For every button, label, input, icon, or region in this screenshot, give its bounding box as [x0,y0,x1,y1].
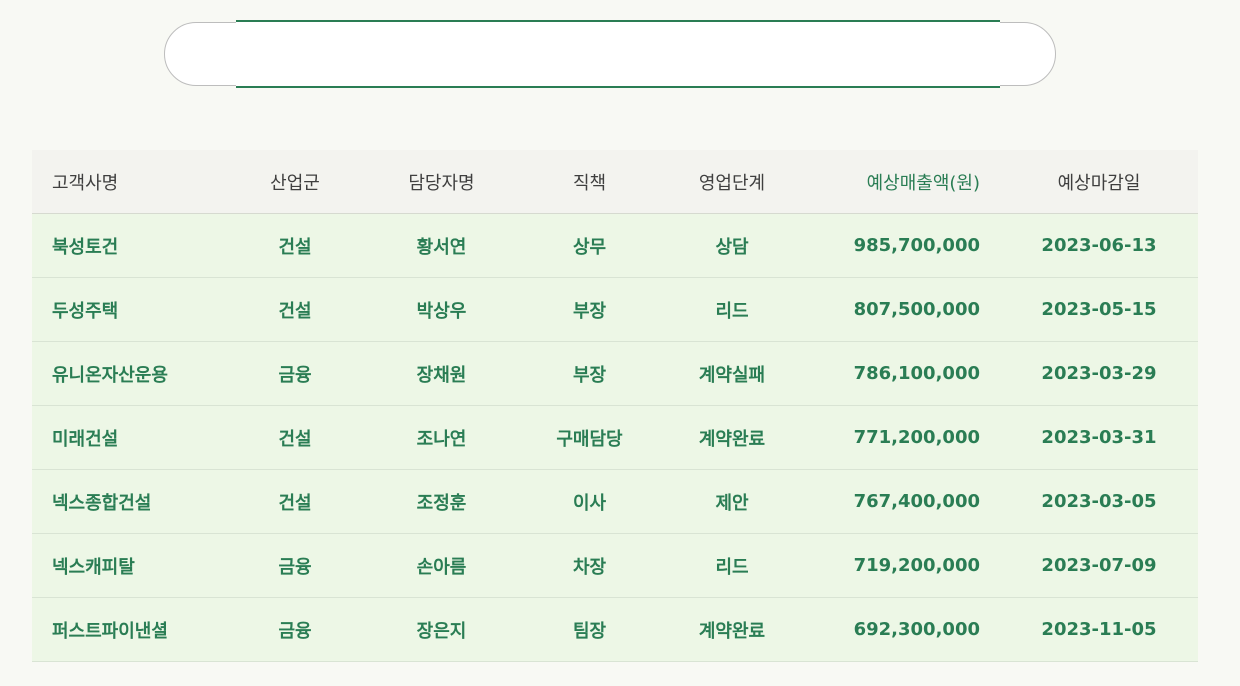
table-row[interactable]: 북성토건 건설 황서연 상무 상담 985,700,000 2023-06-13 [32,214,1198,278]
cell-customer: 퍼스트파이낸셜 [52,620,168,642]
cell-close-date: 2023-07-09 [1041,555,1157,576]
cell-contact: 조정훈 [416,492,467,514]
cell-contact: 손아름 [416,556,467,578]
cell-stage: 제안 [715,492,749,514]
cell-position: 부장 [572,300,607,322]
cell-contact: 조나연 [416,428,467,450]
cell-contact: 장은지 [416,620,467,642]
table-row[interactable]: 유니온자산운용 금융 장채원 부장 계약실패 786,100,000 2023-03-29 [32,342,1198,406]
cell-stage: 상담 [715,236,749,258]
cell-industry: 금융 [278,364,312,386]
cell-expected-revenue: 719,200,000 [853,555,980,576]
cell-customer: 넥스캐피탈 [52,556,135,578]
cell-customer: 미래건설 [52,428,119,450]
cell-position: 팀장 [572,620,607,642]
cell-close-date: 2023-03-29 [1041,363,1157,384]
cell-industry: 건설 [278,428,312,450]
cell-position: 부장 [572,364,607,386]
cell-stage: 리드 [715,300,749,322]
cell-position: 차장 [572,556,607,578]
cell-customer: 북성토건 [52,236,119,258]
cell-stage: 계약실패 [698,364,766,386]
cell-expected-revenue: 767,400,000 [853,491,980,512]
table-row[interactable]: 두성주택 건설 박상우 부장 리드 807,500,000 2023-05-15 [32,278,1198,342]
cell-customer: 넥스종합건설 [52,492,152,514]
cell-customer: 두성주택 [52,300,119,322]
cell-industry: 금융 [278,620,312,642]
cell-position: 구매담당 [556,428,623,450]
cell-close-date: 2023-05-15 [1041,299,1157,320]
column-header-stage[interactable]: 영업단계 [664,169,800,195]
cell-contact: 장채원 [416,364,467,386]
cell-close-date: 2023-03-31 [1041,427,1157,448]
cell-industry: 건설 [278,492,312,514]
cell-stage: 계약완료 [698,620,766,642]
cell-expected-revenue: 985,700,000 [853,235,980,256]
table-row[interactable]: 퍼스트파이낸셜 금융 장은지 팀장 계약완료 692,300,000 2023-11-05 [32,598,1198,662]
cell-close-date: 2023-11-05 [1041,619,1157,640]
column-header-customer[interactable]: 고객사명 [32,169,222,195]
table-row[interactable]: 미래건설 건설 조나연 구매담당 계약완료 771,200,000 2023-03-31 [32,406,1198,470]
cell-expected-revenue: 771,200,000 [853,427,980,448]
cell-contact: 황서연 [416,236,467,258]
cell-expected-revenue: 692,300,000 [853,619,980,640]
cell-position: 이사 [572,492,607,514]
table-row[interactable]: 넥스종합건설 건설 조정훈 이사 제안 767,400,000 2023-03-05 [32,470,1198,534]
table-body: 북성토건 건설 황서연 상무 상담 985,700,000 2023-06-13 두성주택 건설… [32,214,1198,662]
data-table: 고객사명 산업군 담당자명 직책 영업단계 예상매출액(원) 예상마감일 북성토… [32,150,1198,662]
column-header-expected-revenue[interactable]: 예상매출액(원) [800,169,980,195]
cell-industry: 건설 [278,300,312,322]
table-row[interactable]: 넥스캐피탈 금융 손아름 차장 리드 719,200,000 2023-07-09 [32,534,1198,598]
cell-expected-revenue: 786,100,000 [853,363,980,384]
cell-industry: 금융 [278,556,312,578]
search-input[interactable] [236,20,1000,88]
cell-stage: 리드 [715,556,749,578]
column-header-position[interactable]: 직책 [515,169,664,195]
table-header-row: 고객사명 산업군 담당자명 직책 영업단계 예상매출액(원) 예상마감일 [32,150,1198,214]
cell-stage: 계약완료 [698,428,766,450]
cell-customer: 유니온자산운용 [52,364,168,386]
cell-close-date: 2023-06-13 [1041,235,1157,256]
cell-industry: 건설 [278,236,312,258]
cell-close-date: 2023-03-05 [1041,491,1157,512]
cell-contact: 박상우 [416,300,467,322]
column-header-contact[interactable]: 담당자명 [368,169,515,195]
column-header-close-date[interactable]: 예상마감일 [980,169,1198,195]
cell-position: 상무 [572,236,607,258]
cell-expected-revenue: 807,500,000 [853,299,980,320]
column-header-industry[interactable]: 산업군 [222,169,368,195]
